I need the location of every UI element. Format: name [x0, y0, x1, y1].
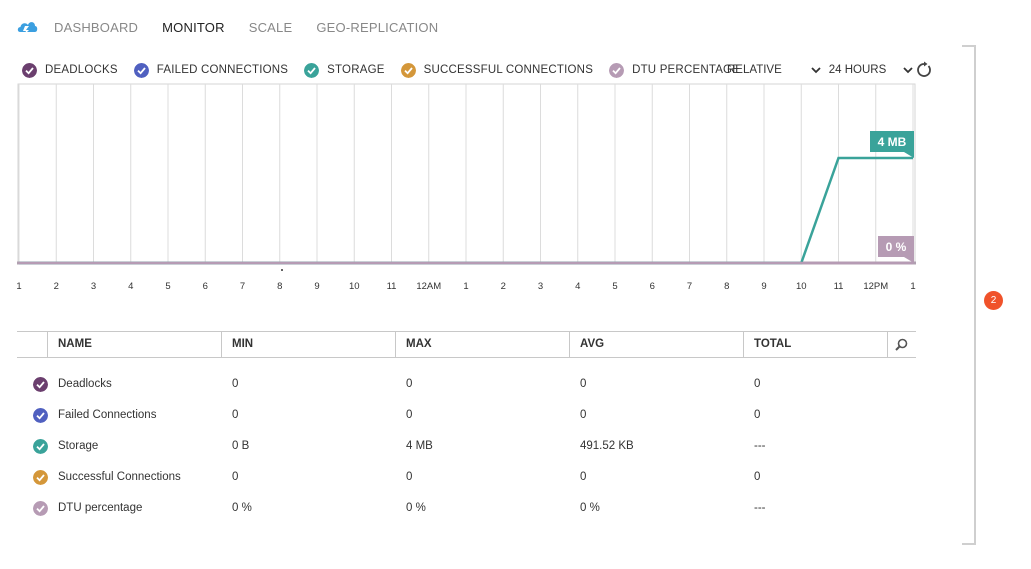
table-cell-avg: 491.52 KB — [580, 440, 634, 452]
table-cell-avg: 0 — [580, 378, 587, 390]
table-cell-max: 0 — [406, 409, 413, 421]
search-icon — [895, 338, 908, 351]
x-tick-label: 2 — [501, 281, 506, 292]
x-tick-label: 5 — [612, 281, 617, 292]
x-tick-label: 7 — [240, 281, 245, 292]
x-tick-label: 3 — [538, 281, 543, 292]
x-tick-label: 7 — [687, 281, 692, 292]
column-header-total[interactable]: TOTAL — [743, 332, 887, 357]
table-cell-name: Storage — [58, 440, 99, 452]
table-row[interactable]: Successful Connections 0 0 0 0 — [17, 469, 916, 489]
table-cell-max: 0 % — [406, 502, 426, 514]
column-header-max[interactable]: MAX — [395, 332, 569, 357]
table-cell-min: 0 B — [232, 440, 250, 452]
axis-marker — [281, 269, 283, 271]
table-cell-max: 4 MB — [406, 440, 433, 452]
check-circle-icon — [33, 501, 48, 516]
table-cell-total: --- — [754, 440, 766, 452]
x-tick-label: 8 — [724, 281, 729, 292]
table-cell-total: 0 — [754, 471, 761, 483]
table-cell-min: 0 — [232, 471, 239, 483]
x-tick-label: 8 — [277, 281, 282, 292]
table-row[interactable]: DTU percentage 0 % 0 % 0 % --- — [17, 500, 916, 520]
x-tick-label: 2 — [54, 281, 59, 292]
table-row[interactable]: Failed Connections 0 0 0 0 — [17, 407, 916, 427]
table-cell-total: 0 — [754, 409, 761, 421]
table-cell-total: 0 — [754, 378, 761, 390]
x-tick-label: 1 — [463, 281, 468, 292]
table-cell-avg: 0 % — [580, 502, 600, 514]
check-circle-icon — [33, 408, 48, 423]
check-circle-icon — [33, 439, 48, 454]
notification-badge[interactable]: 2 — [984, 291, 1003, 310]
x-tick-label: 12PM — [863, 281, 888, 292]
x-tick-label: 6 — [203, 281, 208, 292]
x-tick-label: 4 — [128, 281, 133, 292]
table-cell-min: 0 — [232, 378, 239, 390]
x-tick-label: 4 — [575, 281, 580, 292]
table-cell-name: Deadlocks — [58, 378, 112, 390]
x-tick-label: 1 — [16, 281, 21, 292]
x-tick-label: 1 — [910, 281, 915, 292]
table-cell-max: 0 — [406, 378, 413, 390]
series-end-label: 4 MB — [878, 135, 907, 149]
x-tick-label: 11 — [834, 281, 844, 292]
x-tick-label: 10 — [349, 281, 360, 292]
scrollbar[interactable] — [962, 45, 976, 545]
column-header-min[interactable]: MIN — [221, 332, 395, 357]
x-tick-label: 3 — [91, 281, 96, 292]
table-cell-max: 0 — [406, 471, 413, 483]
table-search-button[interactable] — [887, 332, 916, 357]
table-cell-min: 0 % — [232, 502, 252, 514]
x-tick-label: 11 — [387, 281, 397, 292]
column-header-avg[interactable]: AVG — [569, 332, 743, 357]
check-circle-icon — [33, 470, 48, 485]
x-tick-label: 10 — [796, 281, 807, 292]
table-row[interactable]: Deadlocks 0 0 0 0 — [17, 376, 916, 396]
table-header: NAME MIN MAX AVG TOTAL — [17, 331, 916, 358]
table-cell-name: DTU percentage — [58, 502, 143, 514]
x-tick-label: 12AM — [416, 281, 441, 292]
table-row[interactable]: Storage 0 B 4 MB 491.52 KB --- — [17, 438, 916, 458]
table-cell-avg: 0 — [580, 409, 587, 421]
table-cell-avg: 0 — [580, 471, 587, 483]
line-chart: 1 2 3 4 5 6 7 8 9 10 11 12AM 1 2 3 4 5 6 7 8 9 10 11 12PM 1 4 MB 0… — [16, 83, 916, 292]
column-header-name[interactable]: NAME — [47, 332, 221, 357]
x-tick-label: 9 — [314, 281, 319, 292]
table-cell-total: --- — [754, 502, 766, 514]
table-cell-name: Successful Connections — [58, 471, 181, 483]
x-tick-label: 9 — [761, 281, 766, 292]
x-tick-label: 6 — [650, 281, 655, 292]
table-cell-min: 0 — [232, 409, 239, 421]
series-end-label: 0 % — [886, 240, 907, 254]
check-circle-icon — [33, 377, 48, 392]
x-tick-label: 5 — [165, 281, 170, 292]
table-cell-name: Failed Connections — [58, 409, 157, 421]
